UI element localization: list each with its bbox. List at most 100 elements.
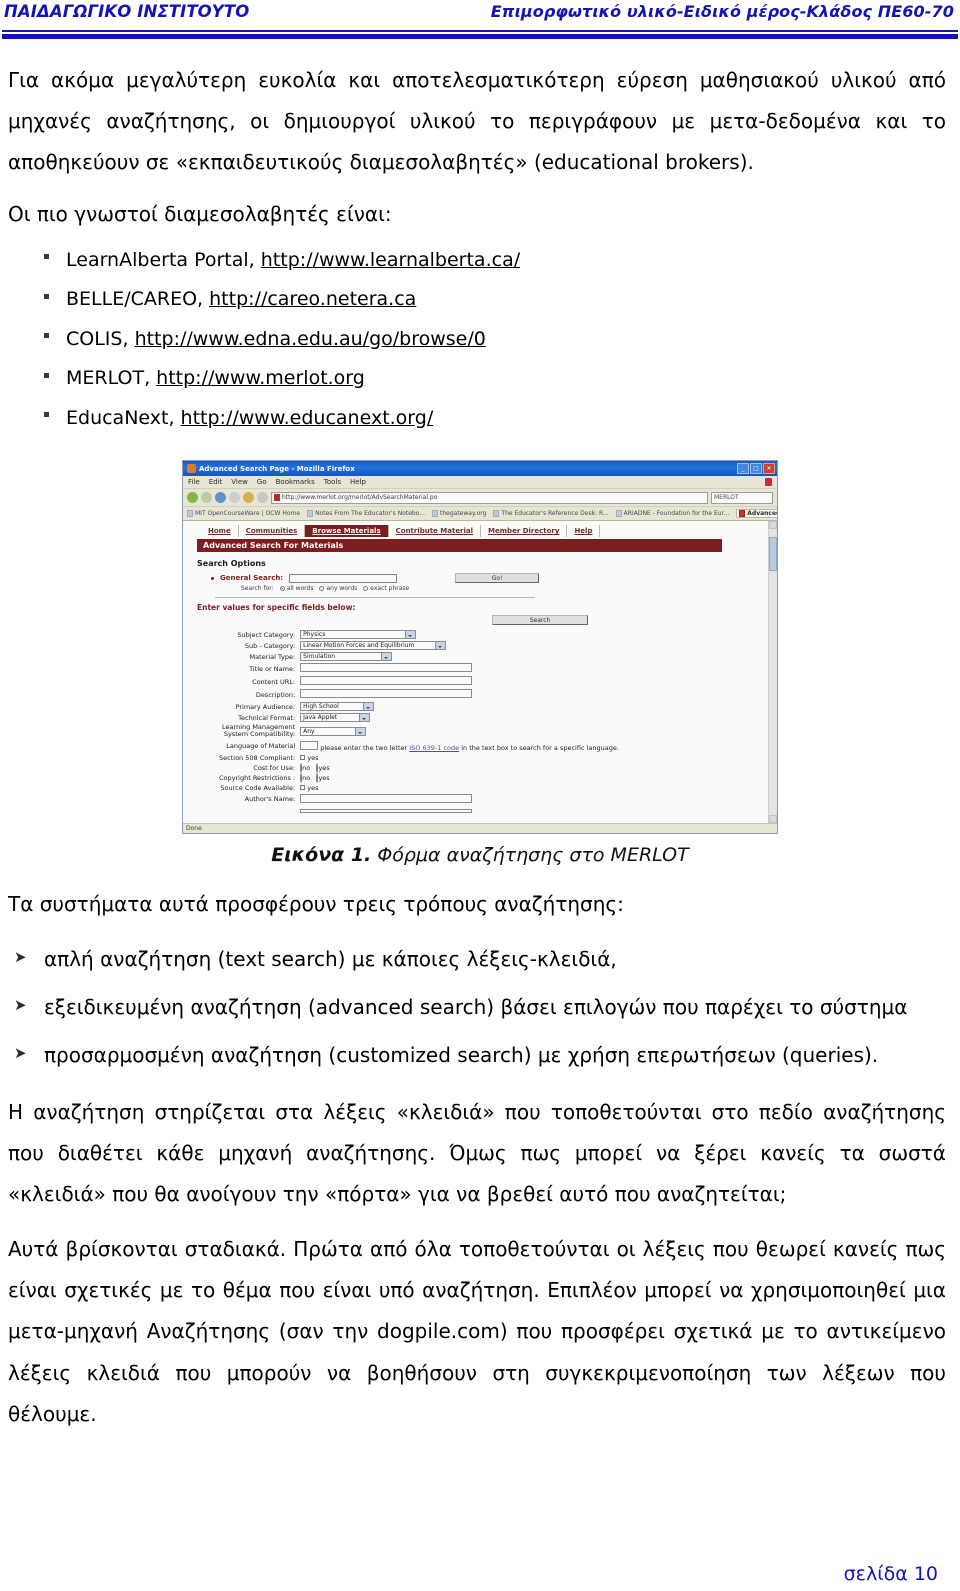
radio-exact-phrase[interactable]: exact phrase	[363, 585, 409, 592]
broker-url[interactable]: http://www.edna.edu.au/go/browse/0	[135, 328, 486, 350]
truncated-input[interactable]	[300, 808, 473, 813]
minimize-icon[interactable]: _	[737, 463, 749, 475]
field-control[interactable]: Java Applet	[298, 712, 621, 723]
search-button[interactable]: Search	[492, 615, 588, 626]
home-icon[interactable]	[243, 492, 254, 504]
general-search-input[interactable]	[289, 573, 398, 583]
history-icon[interactable]	[257, 492, 268, 504]
title-or-name-input[interactable]	[300, 663, 473, 673]
sub-category-select[interactable]: Linear Motion Forces and Equilibrium	[300, 641, 447, 651]
bookmarks-toolbar: MIT OpenCourseWare | OCW Home Notes From…	[183, 507, 777, 522]
firefox-icon	[187, 464, 196, 474]
menu-item-view[interactable]: View	[231, 478, 248, 486]
close-icon[interactable]: ✕	[763, 463, 775, 475]
maximize-icon[interactable]: □	[750, 463, 762, 475]
page-number: σελίδα 10	[843, 1563, 938, 1585]
radio-any-words[interactable]: any words	[319, 585, 357, 592]
language-hint-post: in the text box to search for a specific…	[461, 743, 619, 752]
radio-all-words[interactable]: all words	[279, 585, 313, 592]
bullet-icon	[211, 576, 214, 580]
nav-tab-member-directory[interactable]: Member Directory	[481, 525, 568, 538]
nav-tab-browse-materials[interactable]: Browse Materials	[305, 525, 389, 538]
radio-copyright-yes[interactable]: yes	[316, 772, 330, 783]
forward-icon[interactable]	[201, 492, 212, 504]
table-row: Primary Audience: High School	[217, 701, 621, 712]
field-control[interactable]	[298, 688, 621, 701]
menu-item-bookmarks[interactable]: Bookmarks	[276, 478, 315, 486]
radio-icon	[363, 586, 369, 592]
author-name-input[interactable]	[300, 793, 473, 803]
radio-label: no	[302, 773, 311, 782]
broker-url[interactable]: http://www.learnalberta.ca/	[261, 249, 520, 271]
radio-cost-yes[interactable]: yes	[316, 762, 330, 773]
field-label: Learning Management System Compatibility…	[222, 723, 296, 739]
bookmark-item[interactable]: ARIADNE - Foundation for the Eur...	[615, 510, 729, 518]
broker-name: COLIS,	[66, 327, 129, 350]
page-footer: σελίδα 10	[0, 1563, 960, 1585]
browser-viewport: Home Communities Browse Materials Contri…	[183, 521, 777, 824]
source-code-control[interactable]: yes	[298, 783, 621, 793]
checkbox-icon[interactable]	[300, 755, 306, 761]
section508-control[interactable]: yes	[298, 753, 621, 763]
menu-item-help[interactable]: Help	[350, 478, 366, 486]
iso-639-link[interactable]: ISO 639-1 code	[409, 744, 459, 752]
bookmark-item[interactable]: The Educator's Reference Desk: R...	[493, 510, 609, 518]
radio-label: yes	[318, 773, 330, 782]
broker-url[interactable]: http://www.educanext.org/	[181, 407, 434, 429]
scroll-up-arrow-icon[interactable]	[769, 521, 777, 530]
content-url-input[interactable]	[300, 676, 473, 686]
field-control[interactable]: Linear Motion Forces and Equilibrium	[298, 640, 621, 651]
primary-audience-select[interactable]: High School	[300, 702, 375, 712]
search-modes-list: απλή αναζήτηση (text search) με κάποιες …	[0, 944, 960, 1070]
paragraph-2: Η αναζήτηση στηρίζεται στα λέξεις «κλειδ…	[8, 1099, 946, 1206]
menu-item-file[interactable]: File	[188, 478, 200, 486]
table-row	[217, 806, 621, 816]
checkbox-icon[interactable]	[300, 785, 306, 791]
nav-tab-home[interactable]: Home	[201, 525, 239, 538]
page-scrollbar[interactable]	[768, 521, 777, 824]
general-search-label: General Search:	[220, 574, 284, 583]
reload-icon[interactable]	[215, 492, 226, 504]
nav-tab-contribute-material[interactable]: Contribute Material	[389, 525, 482, 538]
broker-url[interactable]: http://www.merlot.org	[156, 367, 365, 389]
bookmark-item[interactable]: MIT OpenCourseWare | OCW Home	[187, 510, 300, 518]
radio-cost-no[interactable]: no	[300, 762, 311, 773]
field-control[interactable]: High School	[298, 701, 621, 712]
go-button[interactable]: Go!	[455, 573, 540, 584]
scrollbar-thumb[interactable]	[769, 537, 777, 572]
menu-item-tools[interactable]: Tools	[324, 478, 341, 486]
field-control[interactable]: Any	[298, 723, 621, 739]
field-control-truncated[interactable]	[298, 806, 621, 816]
author-name-control[interactable]	[298, 793, 621, 806]
technical-format-select[interactable]: Java Applet	[300, 713, 371, 723]
radio-label: no	[302, 763, 311, 772]
menu-item-go[interactable]: Go	[257, 478, 267, 486]
bookmark-item[interactable]: Notes From The Educator's Notebo...	[307, 510, 425, 518]
scroll-down-arrow-icon[interactable]	[769, 815, 777, 824]
language-input[interactable]	[300, 740, 319, 750]
field-control[interactable]: Physics	[298, 629, 621, 640]
browser-window-title: Advanced Search Page - Mozilla Firefox	[199, 464, 355, 473]
address-bar[interactable]: http://www.merlot.org/merlot/AdvSearchMa…	[271, 491, 708, 504]
material-type-select[interactable]: Simulation	[300, 652, 393, 662]
bookmark-item[interactable]: thegateway.org	[432, 510, 486, 518]
table-row: Cost for Use: no yes	[217, 762, 621, 773]
bookmark-item-active[interactable]: Advanced Search Page	[736, 509, 777, 519]
field-control[interactable]	[298, 662, 621, 675]
field-control[interactable]	[298, 675, 621, 688]
nav-tab-help[interactable]: Help	[567, 525, 601, 538]
merlot-page: Home Communities Browse Materials Contri…	[183, 521, 768, 823]
subject-category-select[interactable]: Physics	[300, 630, 417, 640]
stop-icon[interactable]	[229, 492, 240, 504]
figure-image: Advanced Search Page - Mozilla Firefox _…	[182, 460, 778, 835]
field-control[interactable]: Simulation	[298, 651, 621, 662]
nav-tab-communities[interactable]: Communities	[239, 525, 306, 538]
page-banner-title: Advanced Search For Materials	[197, 539, 722, 553]
back-icon[interactable]	[187, 492, 198, 504]
description-input[interactable]	[300, 689, 473, 699]
broker-url[interactable]: http://careo.netera.ca	[209, 288, 416, 310]
browser-search-box[interactable]: MERLOT	[711, 491, 773, 504]
lms-compatibility-select[interactable]: Any	[300, 726, 367, 736]
menu-item-edit[interactable]: Edit	[209, 478, 223, 486]
radio-copyright-no[interactable]: no	[300, 772, 311, 783]
